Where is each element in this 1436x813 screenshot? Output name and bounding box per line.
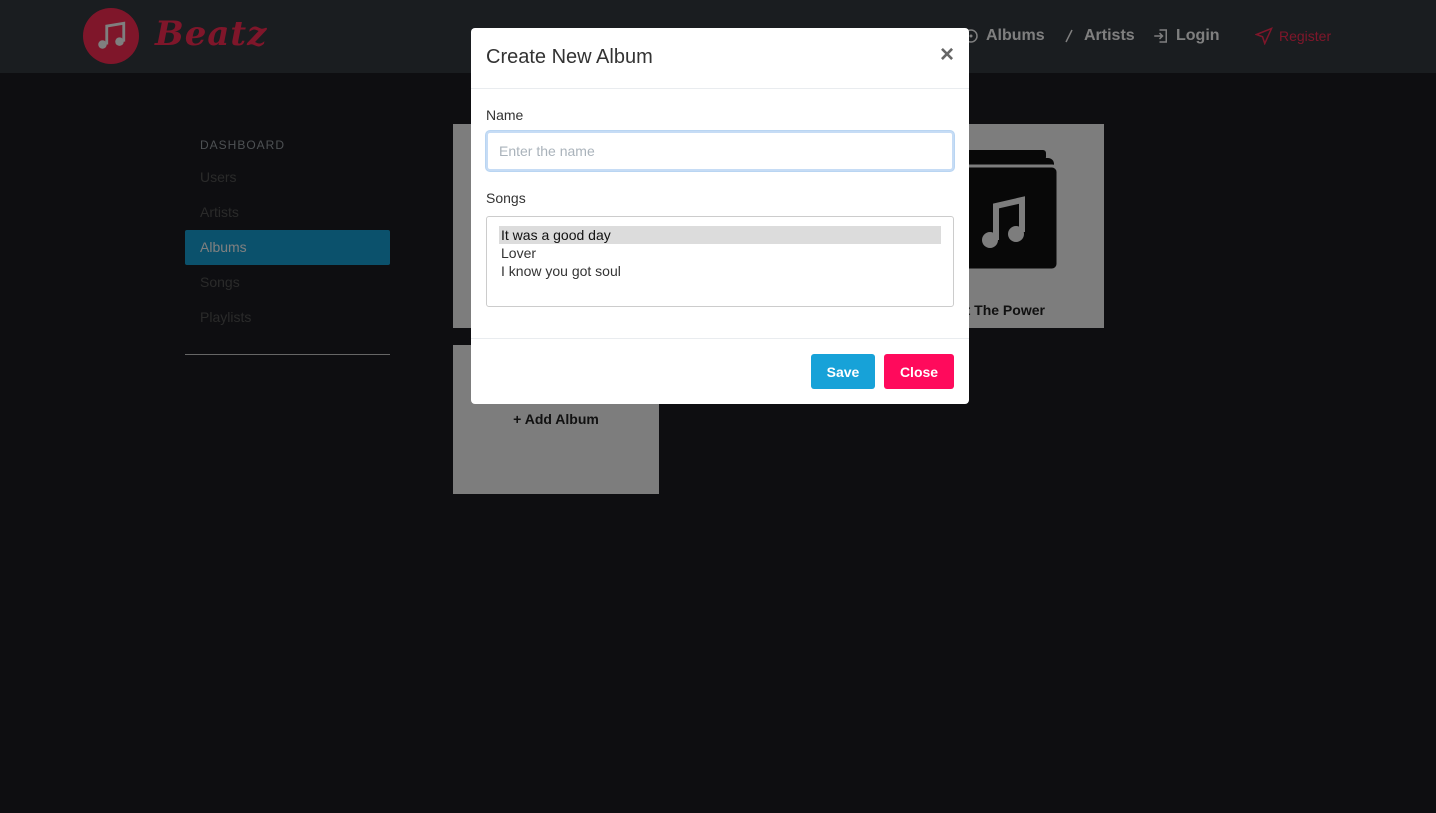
songs-label: Songs: [486, 190, 526, 206]
song-option[interactable]: It was a good day: [499, 226, 941, 244]
name-label: Name: [486, 107, 524, 123]
create-album-modal: Create New Album × Name Songs It was a g…: [471, 28, 969, 404]
modal-title: Create New Album: [486, 46, 653, 68]
close-icon[interactable]: ×: [938, 43, 956, 67]
album-name-input[interactable]: [486, 131, 954, 171]
modal-header: Create New Album ×: [471, 28, 969, 89]
modal-footer: Save Close: [471, 338, 969, 404]
modal-body: Name Songs It was a good day Lover I kno…: [486, 89, 954, 339]
save-button[interactable]: Save: [811, 354, 875, 389]
song-option[interactable]: I know you got soul: [499, 262, 941, 280]
song-option[interactable]: Lover: [499, 244, 941, 262]
songs-multiselect[interactable]: It was a good day Lover I know you got s…: [486, 216, 954, 307]
close-button[interactable]: Close: [884, 354, 954, 389]
